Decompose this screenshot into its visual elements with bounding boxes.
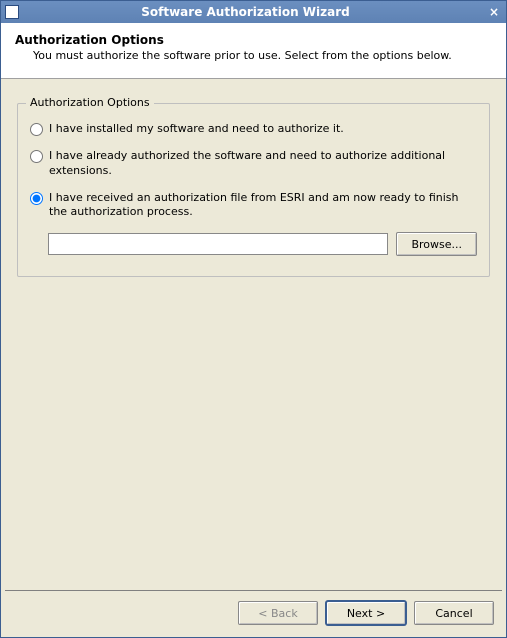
cancel-button[interactable]: Cancel (414, 601, 494, 625)
page-subheading: You must authorize the software prior to… (33, 49, 492, 62)
radio-install[interactable] (30, 123, 43, 136)
close-icon: × (489, 5, 499, 19)
titlebar: Software Authorization Wizard × (1, 1, 506, 23)
group-legend: Authorization Options (26, 96, 154, 109)
auth-file-row: Browse... (48, 232, 477, 256)
next-button[interactable]: Next > (326, 601, 406, 625)
radio-row-file[interactable]: I have received an authorization file fr… (30, 191, 477, 221)
wizard-window: Software Authorization Wizard × Authoriz… (0, 0, 507, 638)
radio-row-install[interactable]: I have installed my software and need to… (30, 122, 477, 137)
body-panel: Authorization Options I have installed m… (1, 79, 506, 590)
close-button[interactable]: × (486, 4, 502, 20)
radio-install-label: I have installed my software and need to… (49, 122, 344, 137)
radio-row-additional[interactable]: I have already authorized the software a… (30, 149, 477, 179)
back-button[interactable]: < Back (238, 601, 318, 625)
radio-file-label: I have received an authorization file fr… (49, 191, 477, 221)
browse-button[interactable]: Browse... (396, 232, 477, 256)
radio-file[interactable] (30, 192, 43, 205)
header-panel: Authorization Options You must authorize… (1, 23, 506, 79)
footer-panel: < Back Next > Cancel (1, 591, 506, 637)
radio-additional-label: I have already authorized the software a… (49, 149, 477, 179)
auth-file-input[interactable] (48, 233, 388, 255)
radio-additional[interactable] (30, 150, 43, 163)
window-title: Software Authorization Wizard (5, 5, 486, 19)
client-area: Authorization Options You must authorize… (1, 23, 506, 637)
auth-options-group: Authorization Options I have installed m… (17, 103, 490, 277)
page-heading: Authorization Options (15, 33, 492, 47)
